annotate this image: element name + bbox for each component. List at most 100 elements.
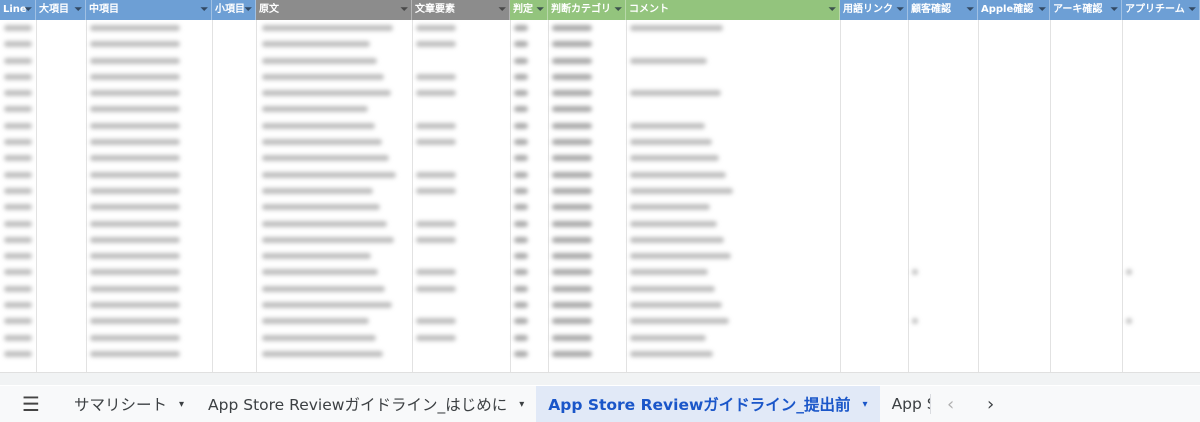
blurred-cell-text (90, 236, 180, 243)
table-row[interactable] (0, 297, 1200, 313)
blurred-cell-text (262, 73, 384, 80)
scroll-tabs-right-button[interactable]: › (971, 386, 1011, 422)
column-header-judgement-category[interactable]: 判断カテゴリ ⏷ (548, 0, 626, 20)
table-row[interactable] (0, 150, 1200, 166)
chevron-left-icon: ‹ (946, 393, 955, 415)
blurred-cell-text (630, 187, 733, 194)
blurred-cell-text (514, 139, 528, 146)
blurred-cell-text (552, 57, 592, 64)
filter-icon[interactable]: ⏷ (829, 0, 836, 20)
filter-icon[interactable]: ⏷ (1189, 0, 1196, 20)
table-row[interactable] (0, 313, 1200, 329)
blurred-cell-text (4, 73, 32, 80)
blurred-cell-text (262, 269, 378, 276)
table-row[interactable] (0, 53, 1200, 69)
column-header-minor-item[interactable]: 小項目 ⏷ (212, 0, 256, 20)
table-row[interactable] (0, 69, 1200, 85)
blurred-cell-text (630, 57, 707, 64)
filter-icon[interactable]: ⏷ (537, 0, 544, 20)
column-header-line[interactable]: Line ⏷ (0, 0, 36, 20)
blurred-cell-text (4, 204, 32, 211)
blurred-cell-text (514, 122, 528, 129)
table-row[interactable] (0, 248, 1200, 264)
filter-icon[interactable]: ⏷ (25, 0, 32, 20)
blurred-cell-text (4, 139, 32, 146)
blurred-cell-text (4, 220, 32, 227)
blurred-cell-text (630, 25, 723, 31)
blurred-cell-text (552, 139, 592, 146)
blurred-cell-text (630, 334, 706, 341)
blurred-cell-text (4, 41, 32, 48)
sheet-tab-guidelines-before-submission[interactable]: App Store Reviewガイドライン_提出前 ▾ (536, 386, 880, 422)
table-row[interactable] (0, 264, 1200, 280)
filter-icon[interactable]: ⏷ (967, 0, 974, 20)
table-row[interactable] (0, 134, 1200, 150)
filter-icon[interactable]: ⏷ (1039, 0, 1046, 20)
blurred-cell-text (262, 122, 375, 129)
column-header-architect-check[interactable]: アーキ確認 ⏷ (1050, 0, 1122, 20)
blurred-cell-text (552, 171, 592, 178)
blurred-cell-text (416, 41, 456, 48)
sheet-tab-app-store-truncated[interactable]: App S (880, 386, 930, 422)
chevron-down-icon[interactable]: ▾ (179, 399, 184, 410)
column-header-middle-item[interactable]: 中項目 ⏷ (86, 0, 212, 20)
blurred-cell-text (416, 73, 456, 80)
table-row[interactable] (0, 216, 1200, 232)
column-header-comment[interactable]: コメント ⏷ (626, 0, 840, 20)
table-row[interactable] (0, 101, 1200, 117)
table-row[interactable] (0, 118, 1200, 134)
column-header-term-link[interactable]: 用語リンク ⏷ (840, 0, 908, 20)
column-header-major-item[interactable]: 大項目 ⏷ (36, 0, 86, 20)
filter-icon[interactable]: ⏷ (499, 0, 506, 20)
sheet-tab-guidelines-intro[interactable]: App Store Reviewガイドライン_はじめに ▾ (196, 386, 536, 422)
filter-icon[interactable]: ⏷ (75, 0, 82, 20)
column-header-original-text[interactable]: 原文 ⏷ (256, 0, 412, 20)
blurred-cell-text (4, 122, 32, 129)
column-header-customer-check[interactable]: 顧客確認 ⏷ (908, 0, 978, 20)
blurred-cell-text (416, 269, 456, 276)
scroll-tabs-left-button[interactable]: ‹ (931, 386, 971, 422)
blurred-cell-text (416, 187, 456, 194)
table-row[interactable] (0, 85, 1200, 101)
blurred-data-grid[interactable] (0, 20, 1200, 370)
blurred-cell-text (90, 57, 180, 64)
column-header-sentence-element[interactable]: 文章要素 ⏷ (412, 0, 510, 20)
blurred-cell-text (514, 236, 528, 243)
blurred-cell-text (514, 155, 528, 162)
filter-icon[interactable]: ⏷ (245, 0, 252, 20)
blurred-cell-text (90, 171, 180, 178)
table-row[interactable] (0, 346, 1200, 362)
filter-icon[interactable]: ⏷ (1111, 0, 1118, 20)
blurred-cell-text (514, 334, 528, 341)
table-row[interactable] (0, 167, 1200, 183)
filter-icon[interactable]: ⏷ (401, 0, 408, 20)
table-row[interactable] (0, 281, 1200, 297)
column-header-app-team[interactable]: アプリチーム ⏷ (1122, 0, 1200, 20)
filter-icon[interactable]: ⏷ (897, 0, 904, 20)
table-row[interactable] (0, 199, 1200, 215)
blurred-cell-text (514, 171, 528, 178)
sheet-tab-summary[interactable]: サマリシート ▾ (62, 386, 196, 422)
blurred-cell-text (514, 41, 528, 48)
chevron-down-icon[interactable]: ▾ (519, 399, 524, 410)
table-row[interactable] (0, 36, 1200, 52)
blurred-cell-text (4, 106, 32, 113)
table-row[interactable] (0, 330, 1200, 346)
blurred-cell-text (90, 204, 180, 211)
chevron-down-icon[interactable]: ▾ (863, 399, 868, 410)
filter-icon[interactable]: ⏷ (201, 0, 208, 20)
blurred-cell-text (552, 122, 592, 129)
blurred-cell-text (4, 171, 32, 178)
column-header-apple-check[interactable]: Apple確認 ⏷ (978, 0, 1050, 20)
blurred-cell-text (416, 139, 456, 146)
horizontal-scrollbar[interactable] (0, 372, 1200, 385)
column-header-judgement[interactable]: 判定 ⏷ (510, 0, 548, 20)
table-row[interactable] (0, 232, 1200, 248)
blurred-cell-text (514, 253, 528, 260)
table-row[interactable] (0, 20, 1200, 36)
table-row[interactable] (0, 183, 1200, 199)
blurred-cell-text (262, 318, 369, 325)
all-sheets-menu-button[interactable]: ☰ (0, 386, 62, 422)
filter-icon[interactable]: ⏷ (615, 0, 622, 20)
blurred-cell-text (514, 90, 528, 97)
